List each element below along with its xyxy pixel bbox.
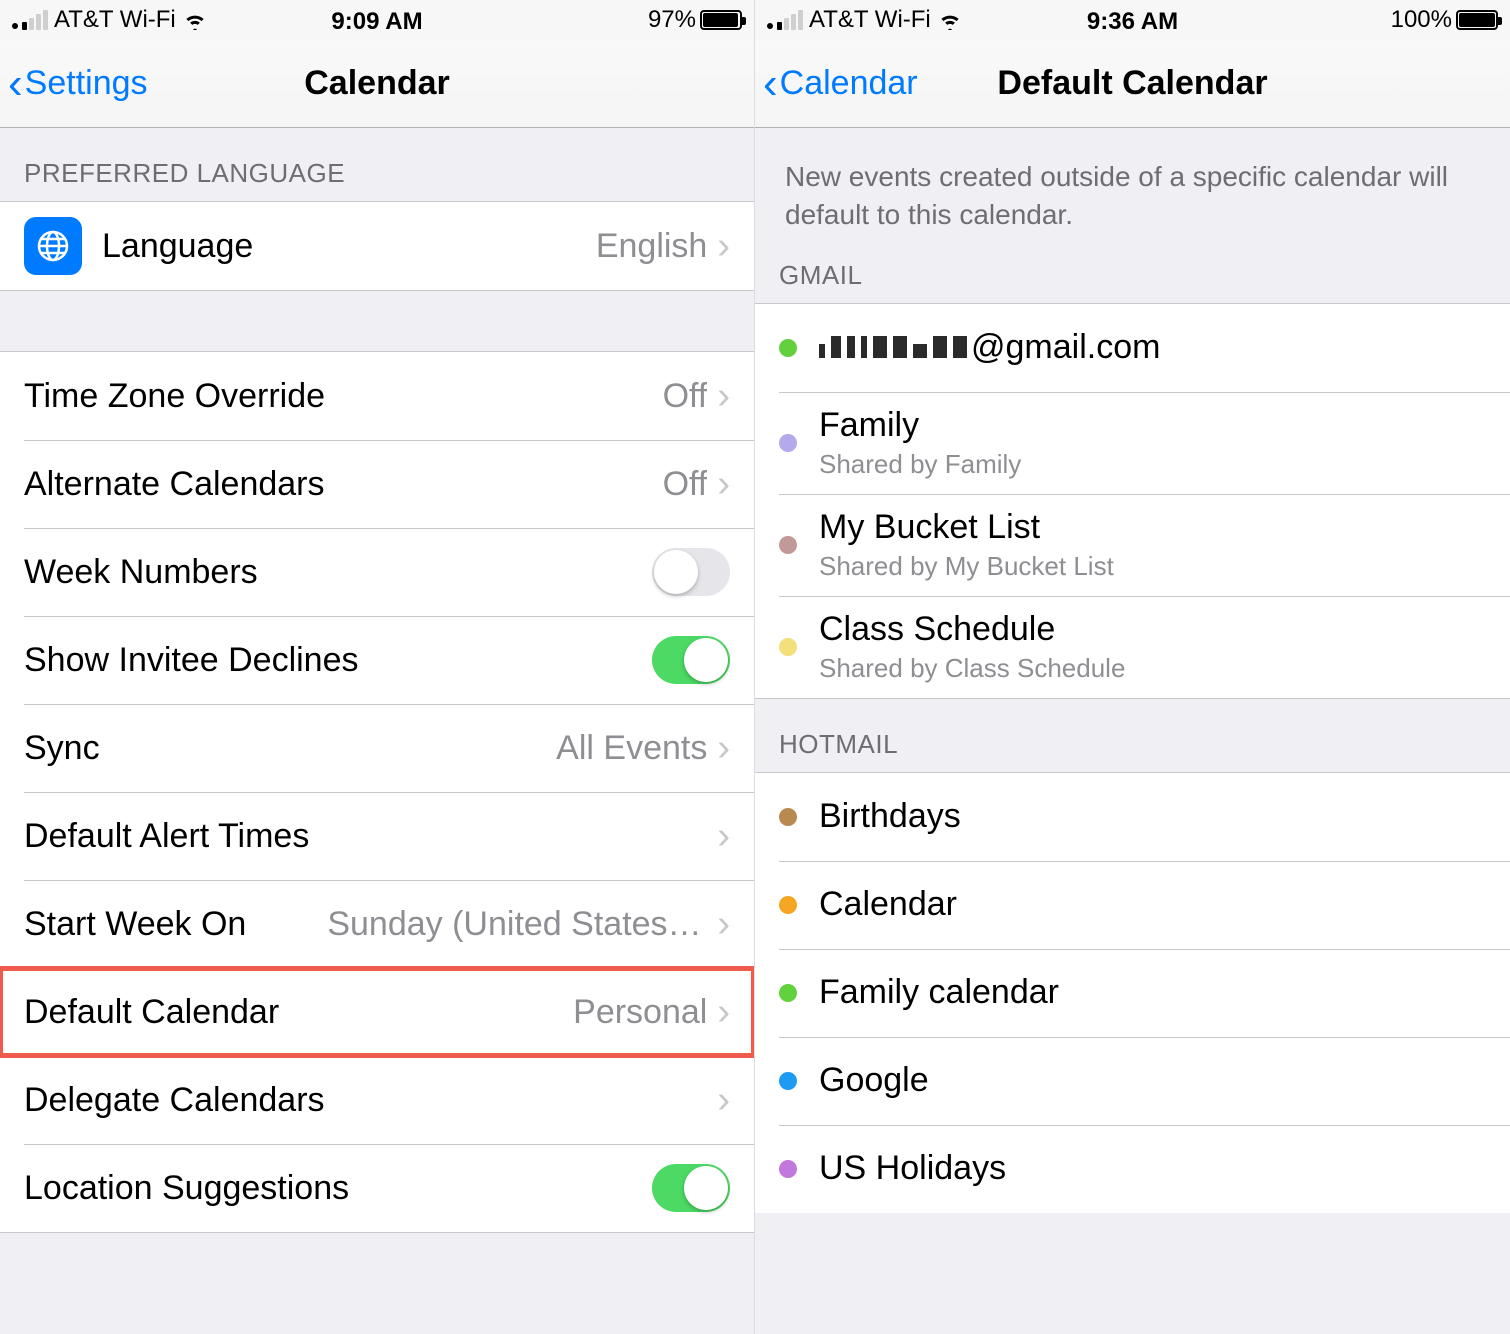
calendar-title: US Holidays [819,1149,1006,1188]
chevron-right-icon: › [717,991,730,1034]
calendar-color-dot [779,339,797,357]
status-bar: AT&T Wi-Fi 9:09 AM 97% [0,0,754,40]
status-time: 9:36 AM [755,8,1510,36]
calendar-color-dot [779,1072,797,1090]
section-header-language: PREFERRED LANGUAGE [0,128,754,201]
calendar-row[interactable]: Birthdays [755,773,1510,861]
calendar-title: Family calendar [819,973,1059,1012]
calendar-color-dot [779,638,797,656]
chevron-right-icon: › [717,225,730,268]
nav-bar: ‹ Settings Calendar [0,40,754,128]
chevron-right-icon: › [717,375,730,418]
row-start-week-on[interactable]: Start Week On Sunday (United States d… › [0,880,754,968]
globe-icon [24,217,82,275]
row-show-invitee-declines: Show Invitee Declines [0,616,754,704]
calendar-title: Family [819,406,1021,445]
calendar-title: My Bucket List [819,508,1114,547]
chevron-right-icon: › [717,1079,730,1122]
list-gmail: @gmail.com Family Shared by Family My Bucke… [755,303,1510,699]
calendar-row[interactable]: Family Shared by Family [755,392,1510,494]
chevron-right-icon: › [717,815,730,858]
calendar-color-dot [779,434,797,452]
calendar-title: Calendar [819,885,957,924]
calendar-row[interactable]: US Holidays [755,1125,1510,1213]
nav-bar: ‹ Calendar Default Calendar [755,40,1510,128]
calendar-title: Birthdays [819,797,961,836]
row-delegate-calendars[interactable]: Delegate Calendars › [0,1056,754,1144]
calendar-subtitle: Shared by Family [819,449,1021,480]
list-calendar-settings: Time Zone Override Off › Alternate Calen… [0,351,754,1233]
calendar-color-dot [779,808,797,826]
calendar-title: Google [819,1061,929,1100]
row-sync[interactable]: Sync All Events › [0,704,754,792]
calendar-row[interactable]: Class Schedule Shared by Class Schedule [755,596,1510,698]
calendar-subtitle: Shared by My Bucket List [819,551,1114,582]
calendar-row[interactable]: @gmail.com [755,304,1510,392]
calendar-row[interactable]: Google [755,1037,1510,1125]
list-hotmail: Birthdays Calendar Family calendar Google US… [755,772,1510,1213]
row-alternate-calendars[interactable]: Alternate Calendars Off › [0,440,754,528]
row-default-alert-times[interactable]: Default Alert Times › [0,792,754,880]
calendar-subtitle: Shared by Class Schedule [819,653,1125,684]
calendar-title: @gmail.com [819,328,1160,367]
calendar-row[interactable]: Family calendar [755,949,1510,1037]
calendar-row[interactable]: Calendar [755,861,1510,949]
row-time-zone-override[interactable]: Time Zone Override Off › [0,352,754,440]
row-language[interactable]: Language English › [0,202,754,290]
calendar-color-dot [779,1160,797,1178]
row-value: English [596,227,708,266]
status-time: 9:09 AM [0,8,754,36]
page-title: Default Calendar [755,64,1510,103]
phone-left-calendar-settings: AT&T Wi-Fi 9:09 AM 97% ‹ Settings Calend… [0,0,755,1334]
calendar-color-dot [779,896,797,914]
chevron-right-icon: › [717,463,730,506]
row-default-calendar[interactable]: Default Calendar Personal › [0,968,754,1056]
calendar-color-dot [779,984,797,1002]
chevron-right-icon: › [717,903,730,946]
calendar-color-dot [779,536,797,554]
section-description: New events created outside of a specific… [755,128,1510,250]
calendar-row[interactable]: My Bucket List Shared by My Bucket List [755,494,1510,596]
row-location-suggestions: Location Suggestions [0,1144,754,1232]
status-bar: AT&T Wi-Fi 9:36 AM 100% [755,0,1510,40]
section-header-gmail: GMAIL [755,250,1510,303]
battery-icon [1456,10,1498,30]
list-language: Language English › [0,201,754,291]
calendar-title: Class Schedule [819,610,1125,649]
row-label: Language [102,227,253,266]
page-title: Calendar [0,64,754,103]
section-header-hotmail: HOTMAIL [755,699,1510,772]
toggle-location-suggestions[interactable] [652,1164,730,1212]
row-week-numbers: Week Numbers [0,528,754,616]
chevron-right-icon: › [717,727,730,770]
battery-icon [700,10,742,30]
phone-right-default-calendar: AT&T Wi-Fi 9:36 AM 100% ‹ Calendar Defau… [755,0,1510,1334]
toggle-invitee-declines[interactable] [652,636,730,684]
toggle-week-numbers[interactable] [652,548,730,596]
